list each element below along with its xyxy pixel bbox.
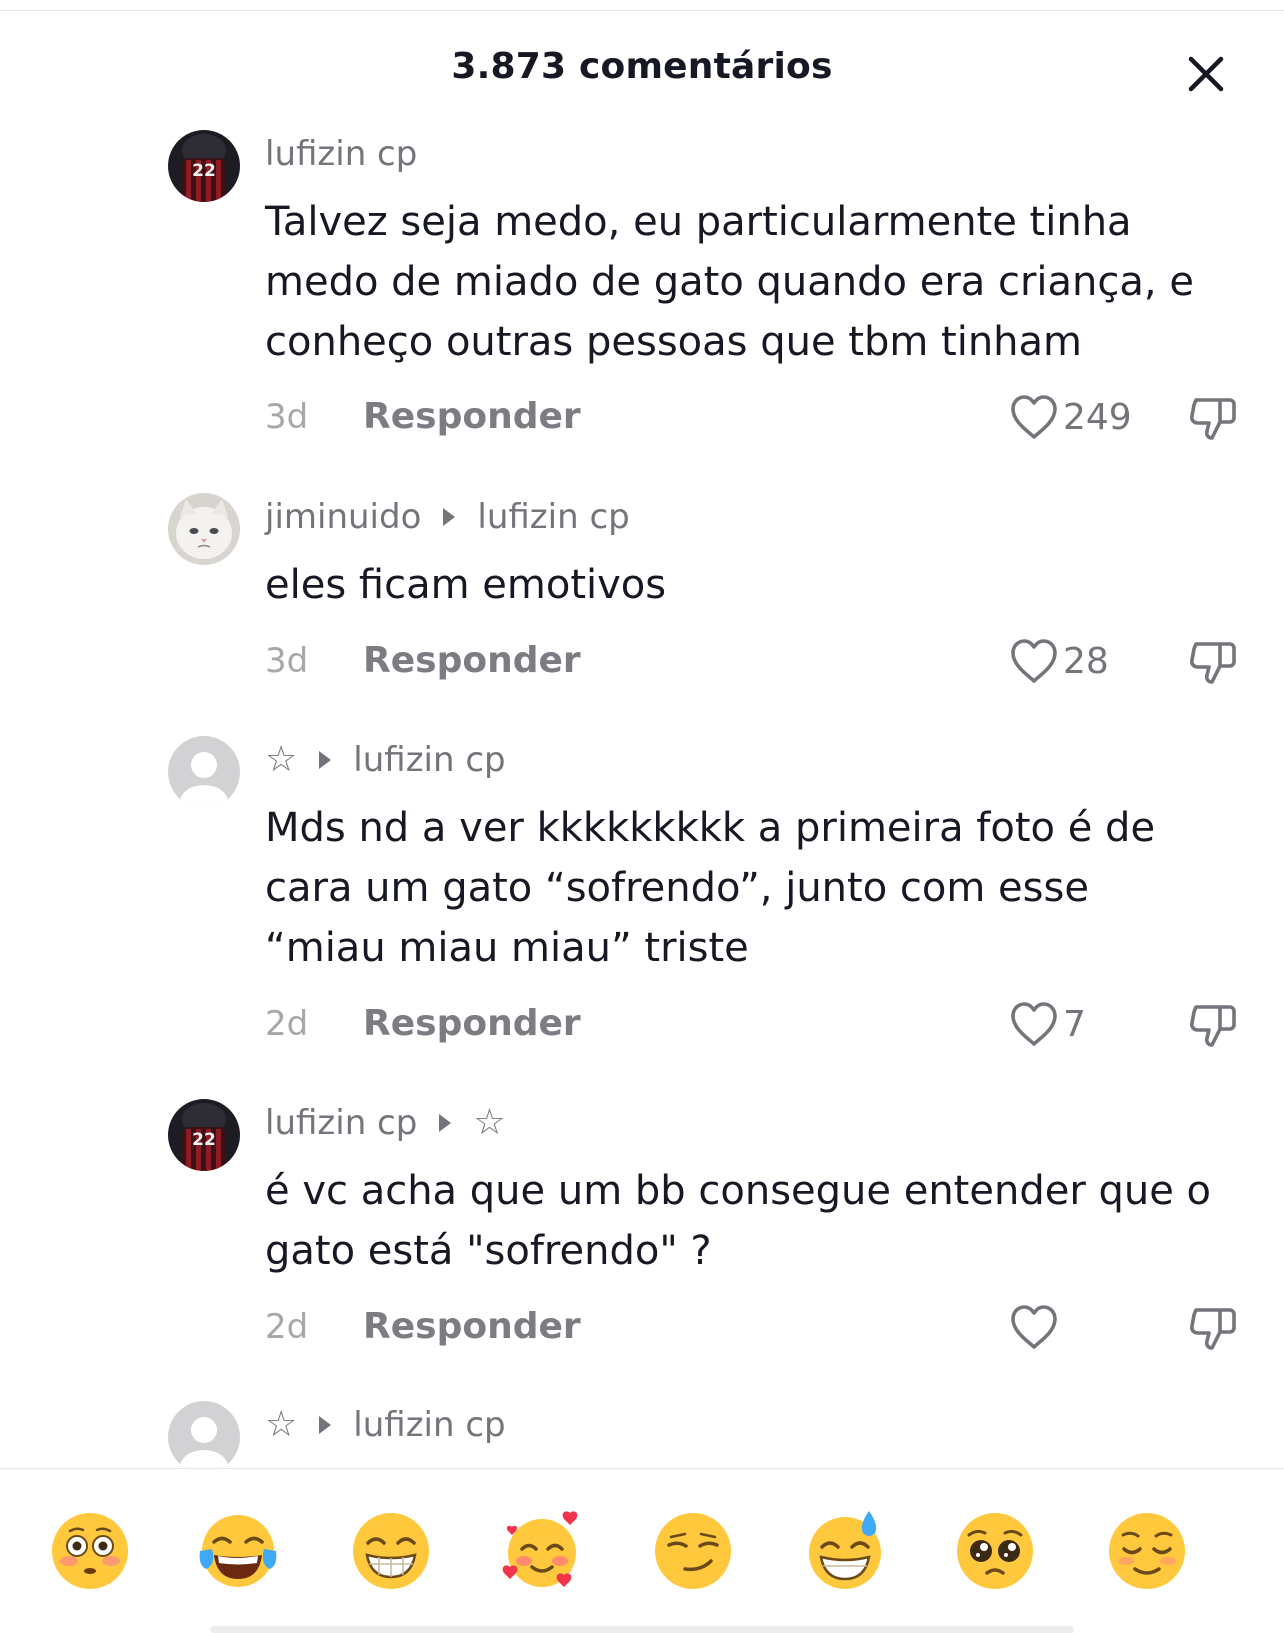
comment-text: Talvez seja medo, eu particularmente tin… [265, 199, 1194, 365]
default-user-avatar [168, 1401, 240, 1468]
jersey-22-avatar: 22 [168, 1099, 240, 1171]
pleading-face-icon [957, 1513, 1033, 1589]
comment-text: é vc acha que um bb consegue entender qu… [265, 1168, 1212, 1274]
reply-button[interactable]: Responder [363, 999, 581, 1049]
white-cat-avatar [168, 493, 240, 565]
comment-meta: 3d Responder 28 [0, 636, 1284, 686]
comment-age: 3d [265, 641, 309, 681]
thumbs-down-icon [1190, 1308, 1236, 1350]
relieved-face-emoji[interactable] [1105, 1509, 1189, 1593]
avatar[interactable] [168, 736, 240, 808]
comment-text: eles ficam emotivos [265, 562, 667, 608]
like-button[interactable] [1007, 1302, 1063, 1352]
avatar[interactable] [168, 1401, 240, 1468]
like-count: 7 [1063, 1003, 1086, 1045]
relieved-face-icon [1109, 1513, 1185, 1589]
pleading-face-emoji[interactable] [953, 1509, 1037, 1593]
like-count: 28 [1063, 640, 1109, 682]
smiling-face-with-hearts-emoji[interactable] [500, 1509, 584, 1593]
avatar[interactable] [168, 493, 240, 565]
thumbs-down-icon [1190, 398, 1236, 440]
smirking-face-icon [655, 1513, 731, 1589]
heart-icon [1011, 1002, 1057, 1046]
reply-arrow-icon [443, 508, 456, 526]
flushed-face-emoji[interactable] [48, 1509, 132, 1593]
comment-list[interactable]: 22 lufizin cp Talvez seja medo, eu parti… [0, 0, 1284, 1468]
tears-of-joy-face-icon [199, 1515, 277, 1587]
reply-to-name[interactable]: lufizin cp [353, 740, 505, 780]
svg-text:22: 22 [192, 1130, 216, 1150]
heart-icon [1011, 639, 1057, 683]
reply-button[interactable]: Responder [363, 636, 581, 686]
reply-button[interactable]: Responder [363, 1302, 581, 1352]
reply-to-name[interactable]: lufizin cp [477, 497, 629, 537]
thumbs-down-icon [1190, 1005, 1236, 1047]
reply-arrow-icon [439, 1114, 452, 1132]
comment-meta: 2d Responder [0, 1302, 1284, 1352]
heart-icon [1011, 1305, 1057, 1349]
comment-meta: 3d Responder 249 [0, 392, 1284, 442]
like-button[interactable]: 7 [1007, 999, 1086, 1049]
jersey-22-avatar: 22 [168, 130, 240, 202]
comment-input-edge[interactable] [210, 1626, 1074, 1633]
smiling-face-with-hearts-icon [502, 1511, 578, 1587]
dislike-button[interactable] [1186, 1302, 1240, 1352]
reply-arrow-icon [319, 1416, 332, 1434]
thumbs-down-icon [1190, 642, 1236, 684]
avatar[interactable]: 22 [168, 130, 240, 202]
author-name[interactable]: lufizin cp [265, 1103, 417, 1143]
comment-author-row: ☆ lufizin cp [265, 1402, 506, 1448]
author-name[interactable]: lufizin cp [265, 134, 417, 174]
author-name[interactable]: ☆ [265, 742, 297, 778]
dislike-button[interactable] [1186, 636, 1240, 686]
grinning-sweat-face-icon [809, 1511, 881, 1589]
comment-age: 2d [265, 1307, 309, 1347]
comment-author-row: ☆ lufizin cp [265, 737, 506, 783]
author-name[interactable]: jiminuido [265, 497, 421, 537]
like-button[interactable]: 28 [1007, 636, 1109, 686]
comment-author-row: jiminuido lufizin cp [265, 494, 630, 540]
comment-age: 2d [265, 1004, 309, 1044]
reply-to-name[interactable]: lufizin cp [353, 1405, 505, 1445]
heart-icon [1011, 395, 1057, 439]
reply-button[interactable]: Responder [363, 392, 581, 442]
comment-meta: 2d Responder 7 [0, 999, 1284, 1049]
comment-age: 3d [265, 397, 309, 437]
tears-of-joy-face-emoji[interactable] [196, 1509, 280, 1593]
svg-text:22: 22 [192, 161, 216, 181]
flushed-face-icon [52, 1513, 128, 1589]
comment-author-row: lufizin cp [265, 131, 417, 177]
beaming-grin-face-emoji[interactable] [349, 1509, 433, 1593]
smirking-face-emoji[interactable] [651, 1509, 735, 1593]
beaming-grin-face-icon [353, 1513, 429, 1589]
dislike-button[interactable] [1186, 392, 1240, 442]
like-button[interactable]: 249 [1007, 392, 1132, 442]
comment-author-row: lufizin cp ☆ [265, 1100, 506, 1146]
reply-to-name[interactable]: ☆ [473, 1105, 505, 1141]
like-count: 249 [1063, 396, 1132, 438]
author-name[interactable]: ☆ [265, 1407, 297, 1443]
emoji-quick-reply-bar [0, 1469, 1284, 1633]
reply-arrow-icon [319, 751, 332, 769]
grinning-sweat-face-emoji[interactable] [803, 1509, 887, 1593]
avatar[interactable]: 22 [168, 1099, 240, 1171]
default-user-avatar [168, 736, 240, 808]
dislike-button[interactable] [1186, 999, 1240, 1049]
comment-text: Mds nd a ver kkkkkkkkk a primeira foto é… [265, 805, 1156, 971]
